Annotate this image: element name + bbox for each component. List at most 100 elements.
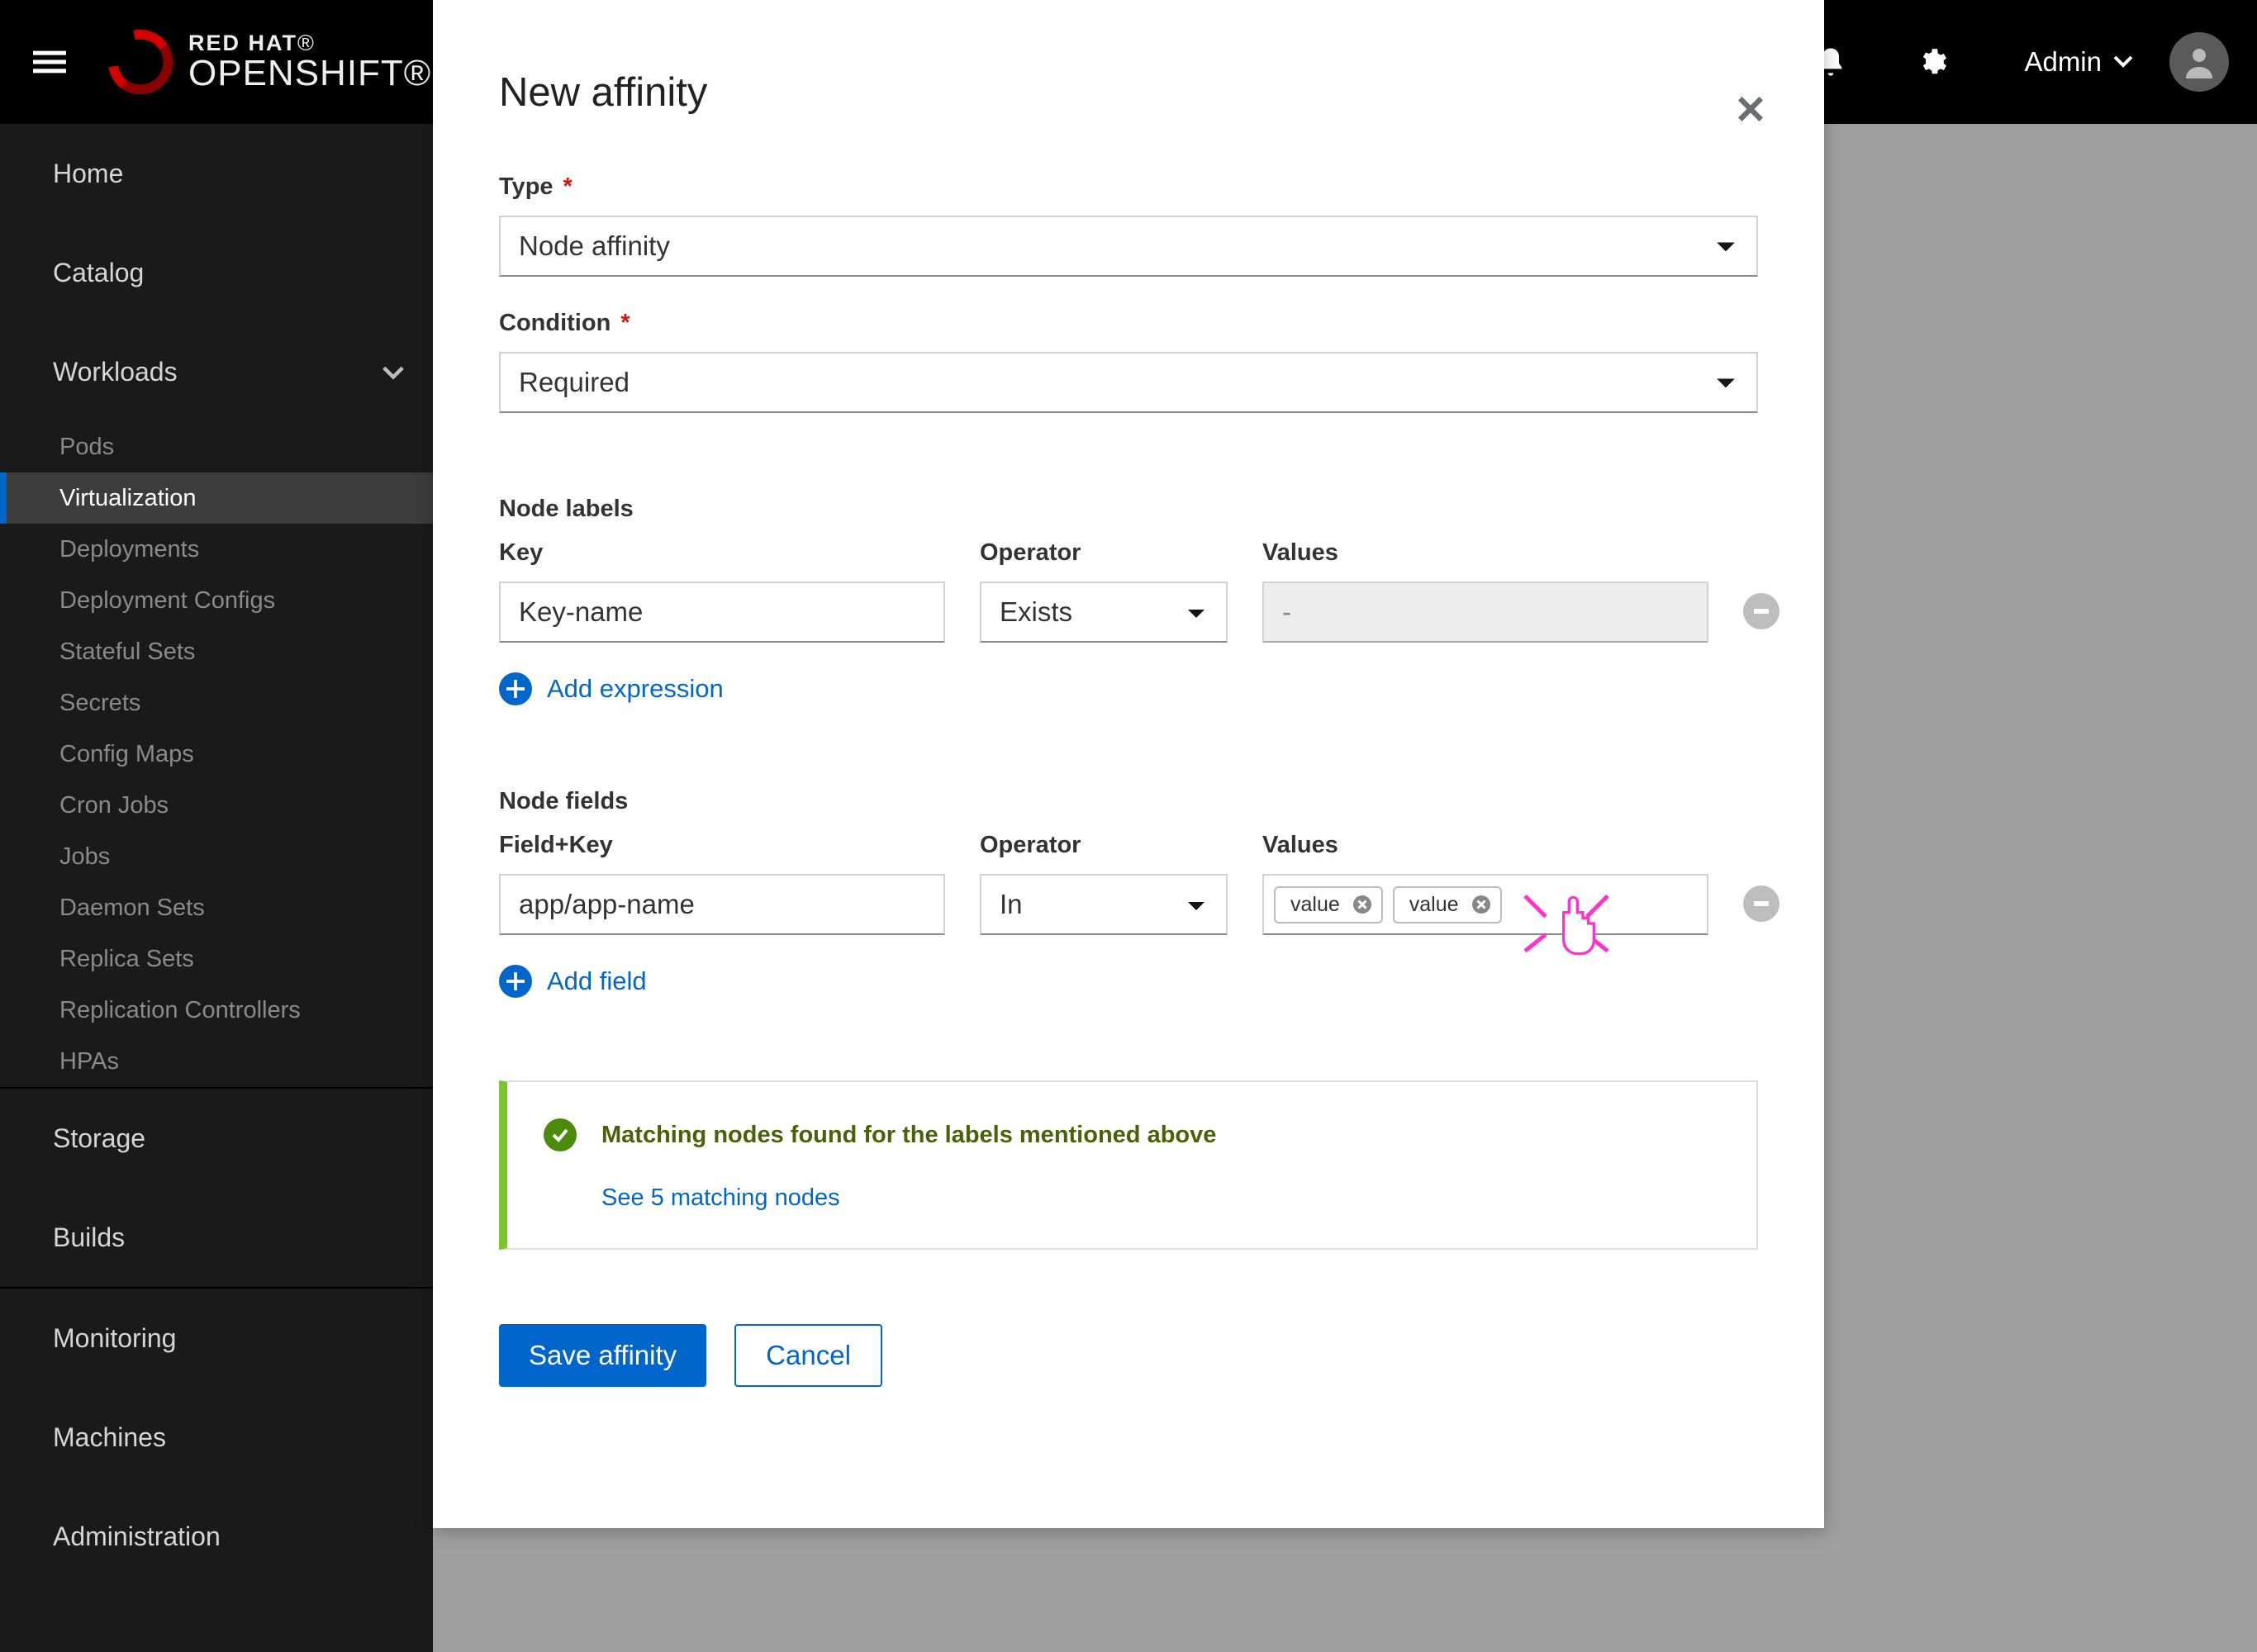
fieldkey-input-value: app/app-name: [519, 889, 695, 920]
condition-select-value: Required: [519, 367, 630, 398]
add-field-button[interactable]: Add field: [499, 965, 1758, 998]
add-field-label: Add field: [547, 966, 647, 996]
cancel-button[interactable]: Cancel: [734, 1324, 882, 1387]
sidebar-item-config-maps[interactable]: Config Maps: [0, 729, 433, 780]
sidebar-item-deployment-configs[interactable]: Deployment Configs: [0, 575, 433, 626]
node-labels-key-input[interactable]: Key-name: [499, 582, 945, 643]
masthead-left: RED HAT® OPENSHIFT®: [0, 0, 431, 124]
brand: RED HAT® OPENSHIFT®: [107, 29, 431, 95]
matching-nodes-alert: Matching nodes found for the labels ment…: [499, 1080, 1758, 1250]
plus-circle-icon: [499, 672, 532, 705]
remove-row-button[interactable]: [1743, 593, 1779, 629]
caret-down-icon: [1715, 367, 1737, 398]
values-label: Values: [1262, 832, 1708, 859]
click-cursor-annotation: [1509, 882, 1624, 970]
add-expression-button[interactable]: Add expression: [499, 672, 1758, 705]
user-avatar[interactable]: [2169, 32, 2229, 92]
key-label: Key: [499, 539, 945, 567]
add-expression-label: Add expression: [547, 674, 724, 704]
operator-label: Operator: [980, 539, 1228, 567]
minus-icon: [1752, 901, 1770, 906]
sidebar-item-replica-sets[interactable]: Replica Sets: [0, 933, 433, 985]
affinity-modal: New affinity Type* Node affinity Conditi…: [433, 0, 1824, 1528]
modal-actions: Save affinity Cancel: [499, 1324, 1758, 1387]
modal-title: New affinity: [499, 69, 1758, 116]
sidebar-item-stateful-sets[interactable]: Stateful Sets: [0, 626, 433, 677]
close-icon: [1737, 95, 1765, 123]
modal-close-button[interactable]: [1737, 91, 1765, 132]
chip-label: value: [1290, 893, 1340, 916]
sidebar-item-label: Workloads: [53, 357, 178, 387]
sidebar-item-administration[interactable]: Administration: [0, 1487, 433, 1586]
fieldkey-label: Field+Key: [499, 832, 945, 859]
chip-remove-button[interactable]: [1472, 895, 1490, 914]
operator-select-value: In: [1000, 889, 1023, 920]
sidebar-item-workloads[interactable]: Workloads: [0, 322, 433, 421]
type-select[interactable]: Node affinity: [499, 216, 1758, 277]
value-chip: value: [1274, 886, 1383, 923]
plus-circle-icon: [499, 965, 532, 998]
caret-down-icon: [1715, 230, 1737, 262]
user-label: Admin: [2024, 46, 2102, 78]
node-fields-row: Field+Key app/app-name Operator In Value…: [499, 832, 1758, 935]
sidebar-item-hpas[interactable]: HPAs: [0, 1036, 433, 1087]
condition-label: Condition*: [499, 310, 1758, 337]
remove-row-button[interactable]: [1743, 885, 1779, 922]
value-chip: value: [1393, 886, 1502, 923]
chevron-down-icon: [2113, 55, 2133, 69]
operator-select-value: Exists: [1000, 596, 1072, 628]
operator-label: Operator: [980, 832, 1228, 859]
sidebar-item-home[interactable]: Home: [0, 124, 433, 223]
values-disabled-text: -: [1282, 596, 1291, 628]
sidebar-item-daemon-sets[interactable]: Daemon Sets: [0, 882, 433, 933]
user-icon: [2179, 42, 2219, 82]
caret-down-icon: [1186, 889, 1206, 920]
sidebar-item-deployments[interactable]: Deployments: [0, 524, 433, 575]
workloads-subnav: Pods Virtualization Deployments Deployme…: [0, 421, 433, 1087]
sidebar-item-pods[interactable]: Pods: [0, 421, 433, 472]
node-fields-operator-select[interactable]: In: [980, 874, 1228, 935]
masthead-right: Admin: [1808, 0, 2257, 124]
save-affinity-button[interactable]: Save affinity: [499, 1324, 706, 1387]
close-icon: [1357, 900, 1367, 909]
brand-text: RED HAT® OPENSHIFT®: [188, 31, 431, 93]
hamburger-icon: [33, 45, 66, 78]
user-menu-toggle[interactable]: Admin: [2017, 46, 2140, 78]
sidebar-item-monitoring[interactable]: Monitoring: [0, 1289, 433, 1388]
node-labels-row: Key Key-name Operator Exists Values -: [499, 539, 1758, 643]
chip-remove-button[interactable]: [1353, 895, 1371, 914]
key-input-value: Key-name: [519, 596, 643, 628]
sidebar-item-cron-jobs[interactable]: Cron Jobs: [0, 780, 433, 831]
close-icon: [1476, 900, 1486, 909]
alert-header: Matching nodes found for the labels ment…: [544, 1118, 1720, 1151]
sidebar-item-jobs[interactable]: Jobs: [0, 831, 433, 882]
gear-icon: [1916, 46, 1947, 78]
check-circle-icon: [544, 1118, 577, 1151]
sidebar-item-virtualization[interactable]: Virtualization: [0, 472, 433, 524]
brand-bottom: OPENSHIFT®: [188, 55, 431, 93]
type-select-value: Node affinity: [519, 230, 670, 262]
sidebar-item-machines[interactable]: Machines: [0, 1388, 433, 1487]
sidebar-item-secrets[interactable]: Secrets: [0, 677, 433, 729]
settings-button[interactable]: [1908, 39, 1955, 85]
condition-select[interactable]: Required: [499, 352, 1758, 413]
sidebar-item-builds[interactable]: Builds: [0, 1188, 433, 1287]
hamburger-menu-button[interactable]: [0, 0, 99, 124]
brand-top: RED HAT®: [188, 31, 431, 55]
node-labels-operator-select[interactable]: Exists: [980, 582, 1228, 643]
chevron-down-icon: [382, 357, 405, 387]
sidebar-item-catalog[interactable]: Catalog: [0, 223, 433, 322]
minus-icon: [1752, 609, 1770, 614]
values-label: Values: [1262, 539, 1708, 567]
openshift-logo-icon: [107, 29, 173, 95]
sidebar: Home Catalog Workloads Pods Virtualizati…: [0, 124, 433, 1652]
node-fields-heading: Node fields: [499, 788, 1758, 815]
node-fields-key-input[interactable]: app/app-name: [499, 874, 945, 935]
caret-down-icon: [1186, 596, 1206, 628]
alert-title: Matching nodes found for the labels ment…: [601, 1122, 1216, 1149]
sidebar-item-storage[interactable]: Storage: [0, 1089, 433, 1188]
sidebar-item-replication-controllers[interactable]: Replication Controllers: [0, 985, 433, 1036]
see-matching-nodes-link[interactable]: See 5 matching nodes: [601, 1184, 1720, 1212]
node-labels-values-disabled: -: [1262, 582, 1708, 643]
node-fields-values-input[interactable]: value value: [1262, 874, 1708, 935]
